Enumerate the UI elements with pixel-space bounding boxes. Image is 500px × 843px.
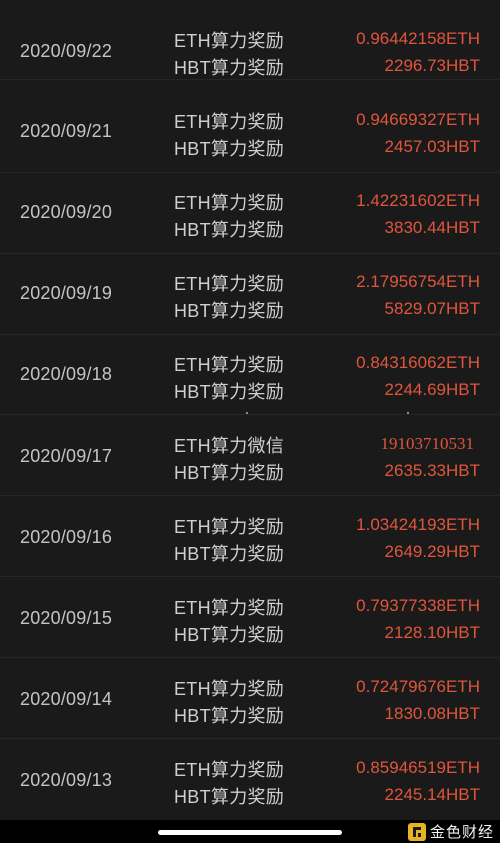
row-date: 2020/09/20 (20, 202, 113, 222)
reward-row[interactable]: 2020/09/22 ETH算力奖励 HBT算力奖励 0.96442158ETH… (0, 0, 500, 80)
eth-reward-label: ETH算力奖励 (174, 274, 285, 294)
watermark-text: 金色财经 (429, 823, 494, 841)
row-date: 2020/09/15 (20, 608, 113, 628)
eth-reward-label: ETH算力奖励 (174, 193, 285, 213)
bottom-bar: 金色财经 (0, 820, 500, 843)
jinse-logo-icon (407, 822, 426, 841)
hbt-amount: 2244.69HBT (384, 380, 480, 399)
eth-amount: 0.94669327ETH (356, 110, 480, 129)
eth-reward-label: ETH算力奖励 (174, 679, 285, 699)
hbt-amount: 2635.33HBT (384, 461, 480, 480)
eth-reward-label: ETH算力奖励 (174, 598, 285, 618)
hbt-amount: 2128.10HBT (384, 623, 480, 642)
eth-amount: 0.85946519ETH (356, 758, 480, 777)
reward-row[interactable]: 2020/09/19 ETH算力奖励 HBT算力奖励 2.17956754ETH… (0, 255, 500, 335)
hbt-amount: 5829.07HBT (384, 299, 480, 318)
reward-row[interactable]: 2020/09/13 ETH算力奖励 HBT算力奖励 0.85946519ETH… (0, 740, 500, 820)
eth-amount: 1.03424193ETH (356, 515, 480, 534)
eth-amount: 0.79377338ETH (356, 596, 480, 615)
hbt-reward-label: HBT算力奖励 (174, 706, 285, 726)
eth-amount: 1.42231602ETH (356, 191, 480, 210)
eth-amount: 2.17956754ETH (356, 272, 480, 291)
speck-mark (407, 412, 409, 414)
reward-row[interactable]: 2020/09/20 ETH算力奖励 HBT算力奖励 1.42231602ETH… (0, 174, 500, 254)
reward-row[interactable]: 2020/09/16 ETH算力奖励 HBT算力奖励 1.03424193ETH… (0, 497, 500, 577)
hbt-amount: 2649.29HBT (384, 542, 480, 561)
hbt-reward-label: HBT算力奖励 (174, 58, 285, 78)
hbt-amount: 1830.08HBT (384, 704, 480, 723)
row-date: 2020/09/19 (20, 283, 113, 303)
hbt-reward-label: HBT算力奖励 (174, 220, 285, 240)
hbt-amount: 2457.03HBT (384, 137, 480, 156)
row-date: 2020/09/14 (20, 689, 113, 709)
hbt-reward-label: HBT算力奖励 (174, 787, 285, 807)
reward-row[interactable]: 2020/09/18 ETH算力奖励 HBT算力奖励 0.84316062ETH… (0, 335, 500, 415)
home-indicator[interactable] (158, 830, 342, 835)
hbt-reward-label: HBT算力奖励 (174, 625, 285, 645)
eth-reward-label: ETH算力奖励 (174, 112, 285, 132)
eth-reward-label: ETH算力奖励 (174, 355, 285, 375)
hbt-reward-label: HBT算力奖励 (174, 301, 285, 321)
row-date: 2020/09/13 (20, 770, 113, 790)
eth-amount: 0.72479676ETH (356, 677, 480, 696)
hbt-amount: 2245.14HBT (384, 785, 480, 804)
eth-reward-label: ETH算力奖励 (174, 31, 285, 51)
hbt-amount: 3830.44HBT (384, 218, 480, 237)
row-date: 2020/09/17 (20, 446, 113, 466)
watermark: 金色财经 (407, 820, 494, 843)
row-date: 2020/09/21 (20, 121, 113, 141)
eth-reward-label: ETH算力微信 (174, 436, 285, 456)
reward-row[interactable]: 2020/09/21 ETH算力奖励 HBT算力奖励 0.94669327ETH… (0, 93, 500, 173)
speck-mark (246, 412, 248, 414)
eth-amount: 0.96442158ETH (356, 29, 480, 48)
hbt-reward-label: HBT算力奖励 (174, 382, 285, 402)
row-date: 2020/09/22 (20, 41, 113, 61)
reward-row[interactable]: 2020/09/15 ETH算力奖励 HBT算力奖励 0.79377338ETH… (0, 578, 500, 658)
eth-amount: 0.84316062ETH (356, 353, 480, 372)
reward-row[interactable]: 2020/09/17 ETH算力微信 HBT算力奖励 19103710531 2… (0, 412, 500, 496)
hbt-reward-label: HBT算力奖励 (174, 463, 285, 483)
row-date: 2020/09/16 (20, 527, 113, 547)
reward-history-list: 2020/09/22 ETH算力奖励 HBT算力奖励 0.96442158ETH… (0, 0, 500, 820)
hbt-reward-label: HBT算力奖励 (174, 139, 285, 159)
hbt-amount: 2296.73HBT (384, 56, 480, 75)
eth-reward-label: ETH算力奖励 (174, 760, 285, 780)
hbt-reward-label: HBT算力奖励 (174, 544, 285, 564)
eth-reward-label: ETH算力奖励 (174, 517, 285, 537)
row-date: 2020/09/18 (20, 364, 113, 384)
reward-row[interactable]: 2020/09/14 ETH算力奖励 HBT算力奖励 0.72479676ETH… (0, 659, 500, 739)
eth-amount: 19103710531 (380, 434, 475, 453)
